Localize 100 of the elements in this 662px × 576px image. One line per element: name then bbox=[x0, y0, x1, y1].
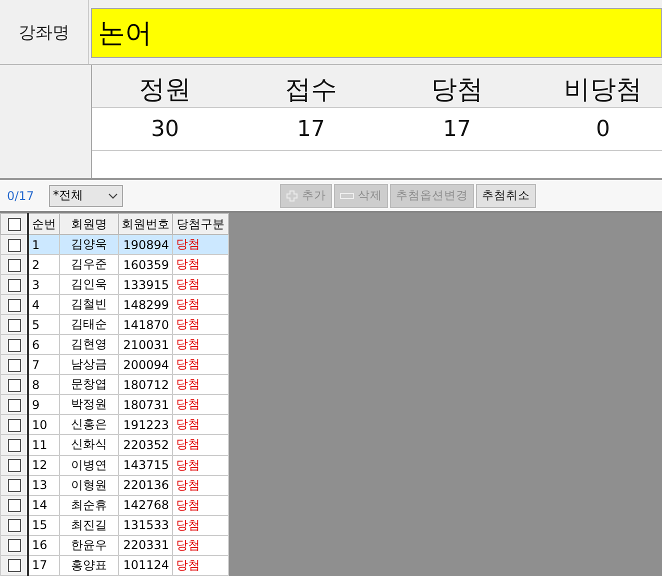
table-cell: 신화식 bbox=[60, 434, 118, 456]
column-header[interactable]: 회원명 bbox=[60, 214, 118, 234]
table-row[interactable]: 2 김우준 160359 당첨 bbox=[0, 254, 228, 275]
table-cell: 김양욱 bbox=[60, 234, 118, 255]
stat-header: 비당첨 bbox=[563, 74, 643, 107]
table-cell: 2 bbox=[28, 254, 60, 275]
table-cell: 박정원 bbox=[60, 394, 118, 415]
checkbox[interactable] bbox=[8, 338, 20, 352]
table-cell: 당첨 bbox=[172, 234, 228, 255]
checkbox[interactable] bbox=[8, 378, 20, 392]
column-header[interactable]: 순번 bbox=[28, 214, 60, 234]
table-cell: 220352 bbox=[118, 434, 172, 456]
table-cell: 최진길 bbox=[60, 515, 118, 536]
table-cell: 4 bbox=[28, 294, 60, 315]
table-cell: 101124 bbox=[118, 555, 172, 576]
table-cell: 11 bbox=[28, 434, 60, 456]
table-cell: 김태순 bbox=[60, 314, 118, 335]
table-cell: 6 bbox=[28, 334, 60, 355]
table-cell: 김현영 bbox=[60, 334, 118, 355]
checkbox[interactable] bbox=[8, 479, 20, 492]
table-cell: 143715 bbox=[118, 455, 172, 476]
table-cell: 200094 bbox=[118, 354, 172, 375]
table-row[interactable]: 14 최순휴 142768 당첨 bbox=[0, 495, 228, 516]
checkbox[interactable] bbox=[8, 278, 20, 292]
table-cell: 1 bbox=[28, 234, 60, 255]
checkbox[interactable] bbox=[8, 399, 20, 412]
table-cell: 이병연 bbox=[60, 455, 118, 476]
table-cell: 9 bbox=[28, 394, 60, 415]
table-cell: 16 bbox=[28, 535, 60, 556]
table-cell: 이형원 bbox=[60, 475, 118, 496]
checkbox[interactable] bbox=[8, 218, 20, 232]
checkbox[interactable] bbox=[8, 258, 20, 272]
chevron-icon bbox=[108, 192, 118, 198]
table-row[interactable]: 9 박정원 180731 당첨 bbox=[0, 394, 228, 415]
table-cell: 180712 bbox=[118, 374, 172, 395]
checkbox[interactable] bbox=[8, 459, 20, 472]
table-cell: 김인욱 bbox=[60, 274, 118, 295]
stat-header: 정원 bbox=[138, 74, 192, 107]
checkbox[interactable] bbox=[8, 419, 20, 432]
table-row[interactable]: 8 문창엽 180712 당첨 bbox=[0, 374, 228, 395]
column-header[interactable]: 당첨구분 bbox=[172, 214, 228, 234]
filter-dropdown[interactable]: *전체 bbox=[49, 184, 123, 206]
table-row[interactable]: 5 김태순 141870 당첨 bbox=[0, 314, 228, 335]
toolbar-button[interactable]: 추첨취소 bbox=[476, 184, 536, 208]
table-cell: 김철빈 bbox=[60, 294, 118, 315]
table-cell: 김우준 bbox=[60, 254, 118, 275]
stat-value: 17 bbox=[296, 116, 326, 142]
table-cell: 홍양표 bbox=[60, 555, 118, 576]
table-cell: 3 bbox=[28, 274, 60, 295]
table-cell: 141870 bbox=[118, 314, 172, 335]
checkbox[interactable] bbox=[8, 238, 20, 252]
checkbox[interactable] bbox=[8, 539, 20, 552]
table-row[interactable]: 4 김철빈 148299 당첨 bbox=[0, 294, 228, 315]
column-header[interactable]: 회원번호 bbox=[118, 214, 172, 234]
table-row[interactable]: 1 김양욱 190894 당첨 bbox=[0, 234, 228, 255]
checkbox[interactable] bbox=[8, 318, 20, 332]
table-cell: 148299 bbox=[118, 294, 172, 315]
table-cell: 8 bbox=[28, 374, 60, 395]
checkbox[interactable] bbox=[8, 519, 20, 532]
table-cell: 7 bbox=[28, 354, 60, 375]
checkbox[interactable] bbox=[8, 439, 20, 452]
stat-value: 17 bbox=[442, 116, 472, 142]
table-cell: 133915 bbox=[118, 274, 172, 295]
table-cell: 17 bbox=[28, 555, 60, 576]
table-row[interactable]: 3 김인욱 133915 당첨 bbox=[0, 274, 228, 295]
table-cell: 문창엽 bbox=[60, 374, 118, 395]
table-cell: 220331 bbox=[118, 535, 172, 556]
table-row[interactable]: 11 신화식 220352 당첨 bbox=[0, 434, 228, 456]
table-cell: 남상금 bbox=[60, 354, 118, 375]
table-row[interactable]: 17 홍양표 101124 당첨 bbox=[0, 555, 228, 576]
table-row[interactable]: 15 최진길 131533 당첨 bbox=[0, 515, 228, 536]
table-cell: 한윤우 bbox=[60, 535, 118, 556]
table-row[interactable]: 13 이형원 220136 당첨 bbox=[0, 475, 228, 496]
table-row[interactable]: 10 신홍은 191223 당첨 bbox=[0, 414, 228, 435]
table-cell: 12 bbox=[28, 455, 60, 476]
table-cell: 142768 bbox=[118, 495, 172, 516]
stat-value: 0 bbox=[595, 116, 611, 142]
table-cell: 131533 bbox=[118, 515, 172, 536]
checkbox[interactable] bbox=[8, 358, 20, 372]
table-cell: 191223 bbox=[118, 414, 172, 435]
table-cell: 190894 bbox=[118, 234, 172, 255]
table-row[interactable]: 12 이병연 143715 당첨 bbox=[0, 455, 228, 476]
course-label: 강좌명 bbox=[18, 22, 70, 44]
table-cell: 10 bbox=[28, 414, 60, 435]
stat-value: 30 bbox=[150, 116, 180, 142]
table-cell: 14 bbox=[28, 495, 60, 516]
table-row[interactable]: 16 한윤우 220331 당첨 bbox=[0, 535, 228, 556]
course-name-field[interactable]: 논어 bbox=[91, 8, 662, 58]
table-cell: 210031 bbox=[118, 334, 172, 355]
checkbox[interactable] bbox=[8, 559, 20, 572]
table-row[interactable]: 6 김현영 210031 당첨 bbox=[0, 334, 228, 355]
table-row[interactable]: 7 남상금 200094 당첨 bbox=[0, 354, 228, 375]
stat-header: 당첨 bbox=[430, 74, 484, 107]
table-cell: 160359 bbox=[118, 254, 172, 275]
table-cell: 5 bbox=[28, 314, 60, 335]
checkbox[interactable] bbox=[8, 298, 20, 312]
checkbox[interactable] bbox=[8, 499, 20, 512]
table-cell: 신홍은 bbox=[60, 414, 118, 435]
stat-header: 접수 bbox=[284, 74, 338, 107]
table-cell: 최순휴 bbox=[60, 495, 118, 516]
